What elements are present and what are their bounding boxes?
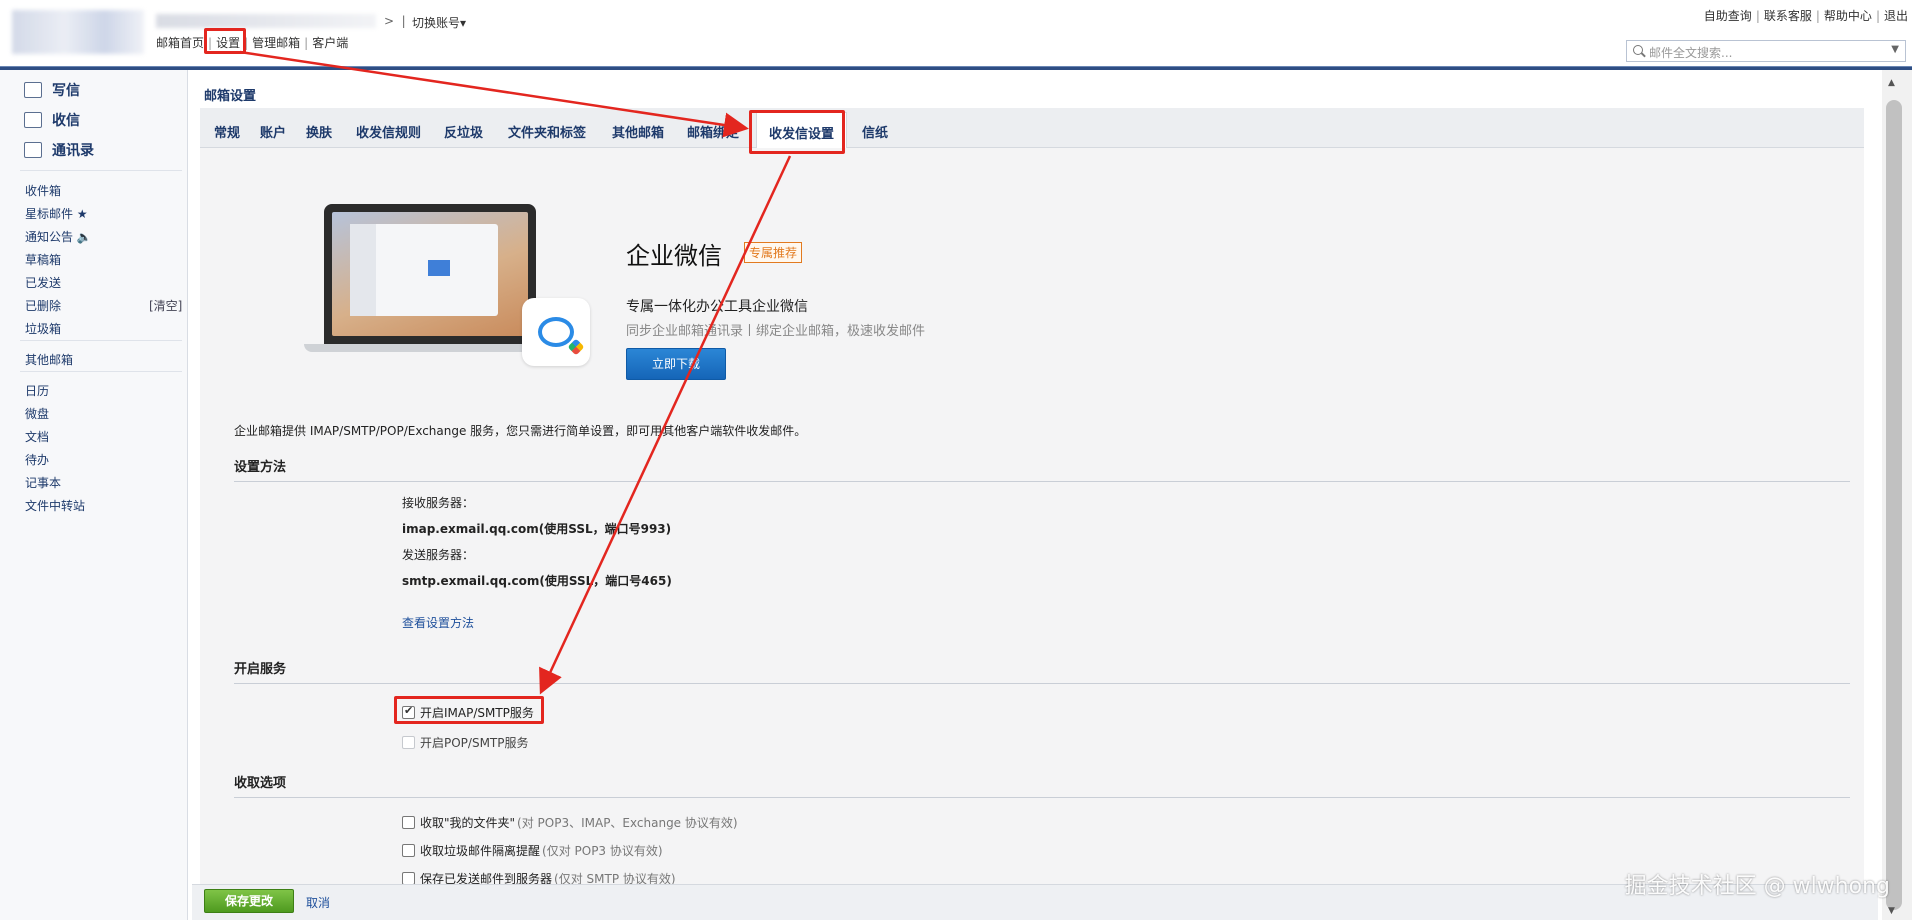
download-button[interactable]: 立即下载: [626, 348, 726, 380]
sidebar-divider: [20, 340, 182, 341]
sidebar-item-sent[interactable]: 已发送: [25, 274, 61, 291]
settings-tabs: 常规 账户 换肤 收发信规则 反垃圾 文件夹和标签 其他邮箱 邮箱绑定 收发信设…: [200, 108, 1864, 148]
sidebar-item-other-mail[interactable]: 其他邮箱: [25, 351, 73, 368]
sidebar: 写信 收信 通讯录 收件箱 星标邮件 ★ 通知公告 🔈 草稿箱 已发送 已删除 …: [0, 70, 188, 920]
clear-trash-link[interactable]: [清空]: [149, 297, 182, 314]
support-link[interactable]: 联系客服: [1764, 9, 1812, 23]
sidebar-item-inbox[interactable]: 收件箱: [25, 182, 61, 199]
tab-highlight: [749, 110, 845, 154]
promo-title: 企业微信: [626, 242, 722, 270]
wecom-logo-icon: [522, 298, 590, 366]
imap-highlight: [394, 696, 544, 724]
sidebar-item-calendar[interactable]: 日历: [25, 382, 49, 399]
sidebar-item-notices[interactable]: 通知公告 🔈: [25, 228, 92, 245]
contacts-button[interactable]: 通讯录: [24, 140, 94, 160]
company-logo: [12, 10, 144, 54]
sidebar-item-drive[interactable]: 微盘: [25, 405, 49, 422]
scroll-thumb[interactable]: [1886, 100, 1902, 910]
page-title: 邮箱设置: [204, 89, 257, 104]
fetch-spam-label: 收取垃圾邮件隔离提醒: [420, 844, 541, 858]
view-setup-link[interactable]: 查看设置方法: [402, 614, 474, 631]
account-name: [156, 14, 376, 28]
checkbox-icon: [402, 844, 415, 857]
page-scrollbar[interactable]: ▲ ▼: [1882, 70, 1912, 920]
logout-link[interactable]: 退出: [1884, 9, 1908, 23]
tab-skin[interactable]: 换肤: [306, 122, 332, 141]
sidebar-item-todo[interactable]: 待办: [25, 451, 49, 468]
compose-label: 写信: [52, 83, 80, 99]
services-heading: 开启服务: [234, 658, 1850, 684]
client-link[interactable]: 客户端: [312, 36, 348, 50]
save-button[interactable]: 保存更改: [204, 889, 294, 913]
settings-content: 企业微信 专属推荐 专属一体化办公工具企业微信 同步企业邮箱通讯录丨绑定企业邮箱…: [200, 148, 1864, 886]
admin-link[interactable]: 管理邮箱: [252, 36, 300, 50]
top-nav: 邮箱首页 | 设置 | 管理邮箱 | 客户端: [156, 36, 349, 50]
fetch-heading: 收取选项: [234, 772, 1850, 798]
cancel-link[interactable]: 取消: [306, 894, 330, 911]
tab-rules[interactable]: 收发信规则: [356, 122, 421, 141]
fetch-my-folders-label: 收取"我的文件夹": [420, 816, 516, 830]
fetch-spam-note: (仅对 POP3 协议有效): [542, 844, 663, 858]
fetch-my-folders-note: (对 POP3、IMAP、Exchange 协议有效): [517, 816, 738, 830]
sidebar-item-file-transfer[interactable]: 文件中转站: [25, 497, 85, 514]
sidebar-item-starred[interactable]: 星标邮件 ★: [25, 205, 88, 222]
sidebar-item-notes[interactable]: 记事本: [25, 474, 61, 491]
sidebar-item-drafts[interactable]: 草稿箱: [25, 251, 61, 268]
inbox-label: 收信: [52, 113, 80, 129]
scroll-down-icon[interactable]: ▼: [1888, 906, 1895, 916]
pop-smtp-checkbox[interactable]: 开启POP/SMTP服务: [402, 734, 529, 751]
laptop-illustration: [324, 204, 536, 344]
sidebar-item-spam[interactable]: 垃圾箱: [25, 320, 61, 337]
checkbox-icon: [402, 736, 415, 749]
outgoing-server-value: smtp.exmail.qq.com(使用SSL，端口号465): [402, 574, 672, 588]
tab-antispam[interactable]: 反垃圾: [444, 122, 483, 141]
watermark: 掘金技术社区 @ wlwhong: [1624, 874, 1890, 899]
utility-links: 自助查询 | 联系客服 | 帮助中心 | 退出: [1703, 9, 1908, 23]
tab-other-mail[interactable]: 其他邮箱: [612, 122, 664, 141]
incoming-server-value: imap.exmail.qq.com(使用SSL，端口号993): [402, 522, 672, 536]
compose-button[interactable]: 写信: [24, 80, 80, 100]
contacts-icon: [24, 142, 42, 158]
chevron-down-icon[interactable]: ▼: [1891, 44, 1899, 55]
scroll-up-icon[interactable]: ▲: [1888, 78, 1895, 88]
search-placeholder: 邮件全文搜索...: [1649, 46, 1733, 60]
sidebar-item-deleted[interactable]: 已删除: [25, 297, 61, 314]
search-input[interactable]: 邮件全文搜索... ▼: [1626, 40, 1906, 62]
switch-account-link[interactable]: 切换账号▾: [412, 14, 466, 31]
promo-badge: 专属推荐: [744, 242, 803, 263]
help-link[interactable]: 帮助中心: [1824, 9, 1872, 23]
sidebar-divider: [20, 170, 182, 171]
outgoing-server-label: 发送服务器：: [402, 548, 475, 562]
tab-account[interactable]: 账户: [260, 122, 286, 141]
sidebar-item-docs[interactable]: 文档: [25, 428, 49, 445]
mail-icon: [428, 260, 450, 276]
self-service-link[interactable]: 自助查询: [1704, 9, 1752, 23]
incoming-server-label: 接收服务器：: [402, 496, 475, 510]
promo-subtitle: 专属一体化办公工具企业微信: [626, 299, 808, 315]
top-bar: > | 切换账号▾ 邮箱首页 | 设置 | 管理邮箱 | 客户端 自助查询 | 联系客服 | 帮助中…: [0, 0, 1912, 68]
promo-illustration: [304, 204, 604, 366]
inbox-icon: [24, 112, 42, 128]
sidebar-divider: [20, 371, 182, 372]
service-intro: 企业邮箱提供 IMAP/SMTP/POP/Exchange 服务，您只需进行简单…: [234, 424, 807, 438]
inbox-button[interactable]: 收信: [24, 110, 80, 130]
checkbox-icon: [402, 816, 415, 829]
fetch-spam-checkbox[interactable]: 收取垃圾邮件隔离提醒 (仅对 POP3 协议有效): [402, 842, 663, 859]
promo-description: 同步企业邮箱通讯录丨绑定企业邮箱，极速收发邮件: [626, 324, 926, 339]
account-separator: > |: [384, 14, 406, 28]
search-icon: [1633, 45, 1643, 55]
pop-smtp-label: 开启POP/SMTP服务: [420, 736, 529, 750]
tab-stationery[interactable]: 信纸: [862, 122, 888, 141]
tab-folders-labels[interactable]: 文件夹和标签: [508, 122, 586, 141]
tab-mail-binding[interactable]: 邮箱绑定: [687, 122, 739, 141]
compose-icon: [24, 82, 42, 98]
setup-heading: 设置方法: [234, 456, 1850, 482]
tab-general[interactable]: 常规: [214, 122, 240, 141]
settings-highlight: [204, 28, 246, 54]
main-panel: 邮箱设置 常规 账户 换肤 收发信规则 反垃圾 文件夹和标签 其他邮箱 邮箱绑定…: [192, 70, 1878, 920]
mail-home-link[interactable]: 邮箱首页: [156, 36, 204, 50]
contacts-label: 通讯录: [52, 143, 94, 159]
fetch-my-folders-checkbox[interactable]: 收取"我的文件夹" (对 POP3、IMAP、Exchange 协议有效): [402, 814, 738, 831]
